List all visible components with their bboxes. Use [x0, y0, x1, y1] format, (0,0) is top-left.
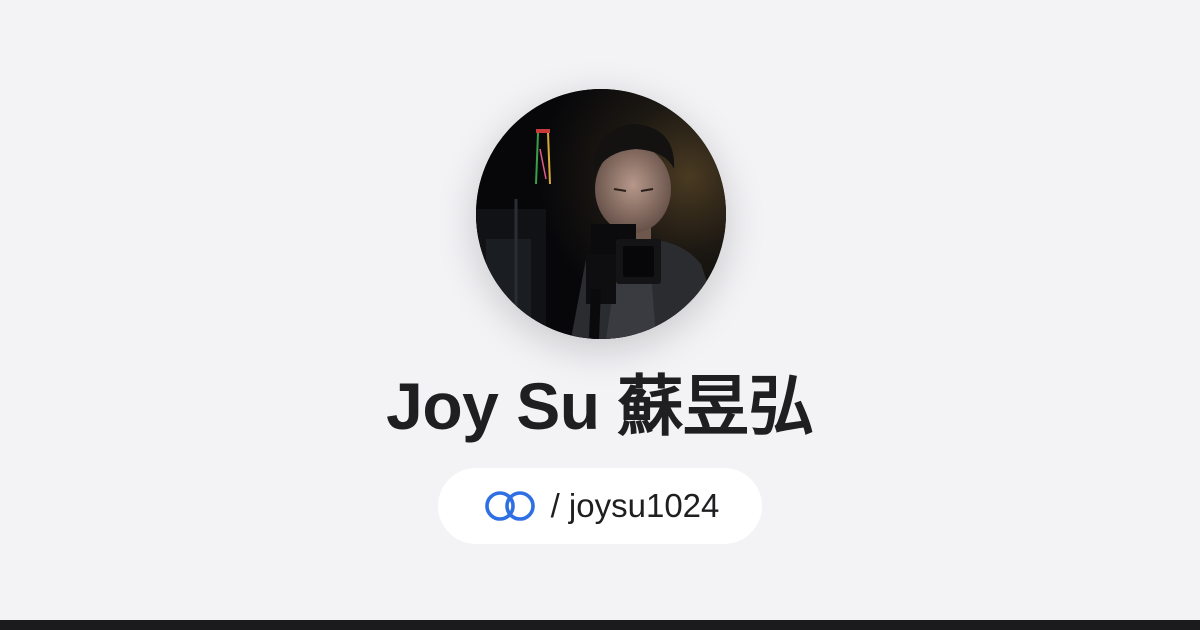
linked-rings-icon: [484, 491, 535, 521]
footer-bar: [0, 620, 1200, 630]
profile-link-pill[interactable]: / joysu1024: [438, 468, 762, 544]
profile-name: Joy Su 蘇昱弘: [386, 369, 814, 443]
profile-card: Joy Su 蘇昱弘 / joysu1024: [0, 0, 1200, 620]
avatar[interactable]: [476, 89, 726, 339]
profile-handle: / joysu1024: [550, 487, 720, 524]
avatar-photo: [476, 89, 726, 339]
